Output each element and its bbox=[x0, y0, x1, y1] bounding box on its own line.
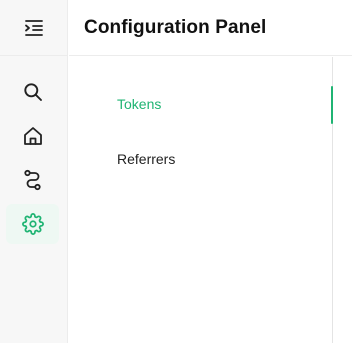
rail-search-button[interactable] bbox=[6, 72, 59, 112]
search-icon bbox=[23, 82, 43, 102]
rail-settings-button[interactable] bbox=[6, 204, 59, 244]
app-window: Configuration Panel Tokens Referrers bbox=[0, 0, 352, 343]
rail-route-button[interactable] bbox=[6, 160, 59, 200]
gear-icon bbox=[21, 213, 44, 235]
menu-collapse-icon[interactable] bbox=[24, 19, 44, 37]
page-title: Configuration Panel bbox=[84, 16, 267, 38]
home-icon bbox=[22, 125, 44, 147]
config-nav-list: Tokens Referrers bbox=[69, 57, 331, 343]
nav-item-referrers[interactable]: Referrers bbox=[117, 151, 175, 167]
active-tab-indicator bbox=[331, 86, 333, 124]
rail-header bbox=[0, 0, 68, 56]
route-icon bbox=[23, 169, 43, 191]
sidebar-rail bbox=[0, 0, 68, 343]
page-header: Configuration Panel bbox=[69, 0, 352, 56]
nav-item-tokens[interactable]: Tokens bbox=[117, 96, 161, 112]
rail-home-button[interactable] bbox=[6, 116, 59, 156]
